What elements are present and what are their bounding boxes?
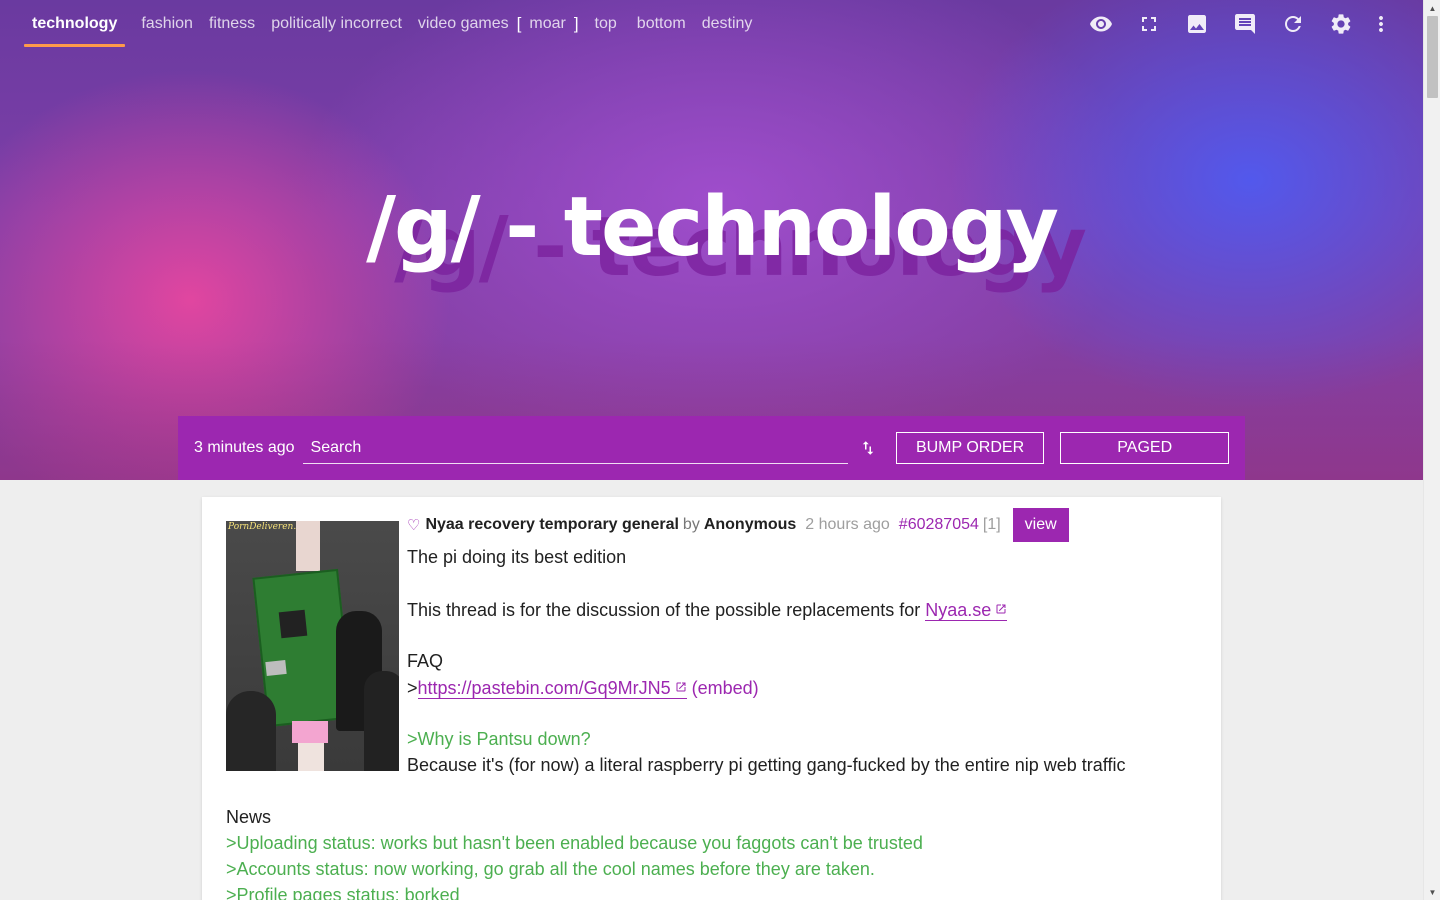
reply-count: [1] [982,516,1001,533]
comment-icon[interactable] [1221,0,1269,48]
post-line-edition: The pi doing its best edition [407,547,627,567]
nav-sort-bottom[interactable]: bottom [637,1,686,47]
heart-icon[interactable]: ♡ [407,516,420,534]
greentext-line: >Accounts status: now working, go grab a… [226,859,875,879]
fullscreen-icon[interactable] [1125,0,1173,48]
eye-icon[interactable] [1077,0,1125,48]
greentext-line: >Profile pages status: borked [226,885,460,900]
swap-vert-icon[interactable] [848,432,888,464]
scroll-down-arrow-icon[interactable]: ▼ [1424,884,1440,900]
refresh-icon[interactable] [1269,0,1317,48]
scrollbar-thumb[interactable] [1427,16,1438,98]
catalog-controls: 3 minutes ago BUMP ORDER PAGED [178,416,1245,480]
nav-sort-top[interactable]: top [595,1,617,47]
post-line-faq: FAQ [407,651,444,671]
post-by-label: by [682,516,700,533]
post-body: The pi doing its best edition This threa… [407,544,1187,778]
intro-text: This thread is for the discussion of the… [407,600,926,620]
last-updated-text: 3 minutes ago [194,439,295,456]
post-number-link[interactable]: #60287054 [899,516,979,534]
post-subject: Nyaa recovery temporary general [425,516,679,533]
greentext-line: >Why is Pantsu down? [407,729,591,749]
scroll-up-arrow-icon[interactable]: ▲ [1424,0,1440,16]
post-body-news: News >Uploading status: works but hasn't… [226,804,1186,900]
nav-sort-destiny[interactable]: destiny [702,1,753,47]
greentext-line: >Uploading status: works but hasn't been… [226,833,923,853]
nav-board-technology[interactable]: technology [24,1,126,47]
nav-board-fashion[interactable]: fashion [141,1,193,47]
nyaa-link[interactable]: Nyaa.se [925,600,1008,621]
thread-thumbnail[interactable]: PornDeliveren.Com [226,521,399,771]
header-toolbar [1077,0,1397,48]
nav-more-boards[interactable]: moar [529,1,565,47]
faq-prefix: > [407,678,418,698]
nav-board-fitness[interactable]: fitness [209,1,255,47]
board-nav: technology fashion fitness politically i… [24,0,768,48]
board-title: /g/ - technology /g/ - technology [0,180,1423,320]
search-input[interactable] [302,432,848,464]
thread-card: PornDeliveren.Com ♡ Nyaa recovery tempor… [202,497,1221,900]
more-vert-icon[interactable] [1365,0,1397,48]
bump-order-button[interactable]: BUMP ORDER [895,432,1045,464]
post-line-news: News [226,807,272,827]
settings-icon[interactable] [1317,0,1365,48]
post-line-intro: This thread is for the discussion of the… [407,596,1187,622]
more-bracket-close: ] [573,14,579,33]
post-meta: ♡ Nyaa recovery temporary general by Ano… [407,508,1069,542]
board-header: technology fashion fitness politically i… [0,0,1423,480]
board-title-text: /g/ - technology [366,180,1059,275]
post-author: Anonymous [703,516,797,533]
post-line-pastebin: >https://pastebin.com/Gq9MrJN5 (embed) [407,674,1187,700]
image-icon[interactable] [1173,0,1221,48]
more-bracket-open: [ [516,14,522,33]
external-link-icon [995,596,1007,614]
pastebin-link[interactable]: https://pastebin.com/Gq9MrJN5 [417,678,687,699]
embed-link[interactable]: (embed) [692,678,759,698]
external-link-icon [675,674,687,692]
nav-board-politically-incorrect[interactable]: politically incorrect [271,1,402,47]
nav-board-video-games[interactable]: video games [418,1,509,47]
paged-button[interactable]: PAGED [1060,432,1230,464]
post-line-answer: Because it's (for now) a literal raspber… [407,755,1126,775]
view-thread-button[interactable]: view [1012,508,1069,542]
page-scrollbar[interactable]: ▲ ▼ [1423,0,1440,900]
post-time: 2 hours ago [805,516,890,533]
